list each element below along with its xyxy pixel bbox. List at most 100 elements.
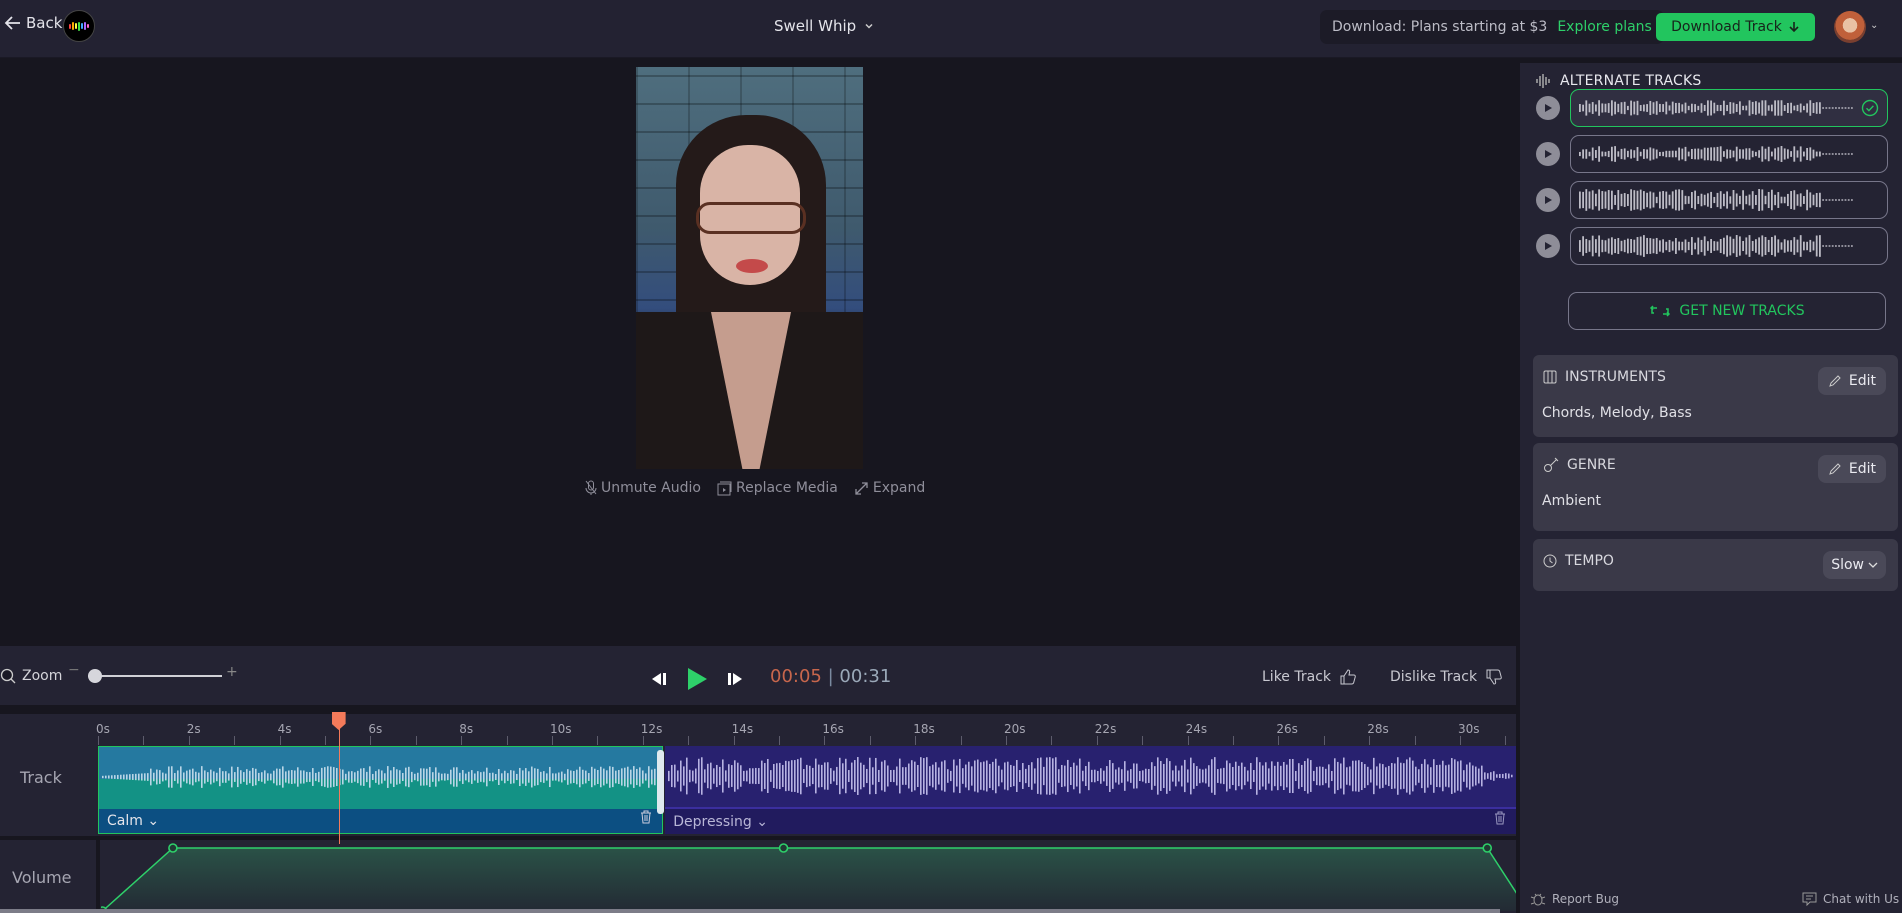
waveform-bar	[971, 766, 973, 786]
waveform-bar	[1604, 240, 1607, 252]
waveform-bar	[264, 770, 266, 784]
waveform-bar	[1691, 237, 1693, 255]
chevron-down-icon[interactable]: ⌄	[1870, 20, 1878, 31]
waveform-bar	[1851, 199, 1853, 201]
dislike-track-button[interactable]: Dislike Track	[1390, 668, 1503, 686]
play-button[interactable]	[686, 667, 708, 691]
alternate-track-waveform[interactable]	[1570, 181, 1888, 219]
alternate-track-waveform[interactable]	[1570, 227, 1888, 265]
alternate-track-row	[1536, 181, 1888, 219]
waveform-bar	[126, 774, 128, 780]
waveform-bar	[426, 768, 428, 786]
report-bug-link[interactable]: Report Bug	[1530, 892, 1619, 906]
delete-segment-button[interactable]	[1494, 810, 1506, 829]
tick-label: 18s	[913, 722, 935, 736]
volume-point[interactable]	[1482, 843, 1493, 853]
waveform-bar	[698, 758, 700, 794]
segment-mood-dropdown[interactable]: Depressing ⌄	[673, 814, 768, 830]
alternate-play-button[interactable]	[1536, 96, 1560, 120]
tempo-select[interactable]: Slow	[1823, 551, 1886, 579]
zoom-slider-track[interactable]	[88, 675, 222, 677]
get-new-tracks-button[interactable]: GET NEW TRACKS	[1568, 292, 1886, 330]
waveform-bar	[336, 768, 338, 786]
user-avatar[interactable]	[1834, 11, 1866, 43]
unmute-audio-button[interactable]: Unmute Audio	[585, 480, 701, 496]
waveform-bar	[570, 770, 572, 784]
download-track-button[interactable]: Download Track	[1656, 13, 1815, 41]
volume-envelope[interactable]	[101, 840, 1516, 913]
waveform-bar	[1448, 764, 1450, 788]
skip-back-button[interactable]	[650, 670, 668, 688]
waveform-bar	[1652, 148, 1655, 160]
waveform-bar	[120, 774, 122, 780]
time-ruler[interactable]: 0s 2s 4s 6s 8s 10s 12s 14s 16s 18s 20s 22s 24s 26s 28s…	[0, 714, 1516, 746]
waveform-bar	[1803, 241, 1805, 251]
waveform-bar	[998, 765, 1000, 787]
project-title-dropdown[interactable]: Swell Whip	[774, 17, 874, 35]
back-button[interactable]: Back	[4, 14, 62, 32]
volume-point[interactable]	[168, 843, 178, 853]
alternate-track-waveform[interactable]	[1570, 89, 1888, 127]
waveform-bar	[1713, 241, 1716, 251]
waveform-bar	[1790, 102, 1792, 114]
waveform-bar	[1755, 239, 1757, 253]
waveform-bar	[1755, 194, 1757, 206]
waveform-bar	[1687, 241, 1690, 251]
like-track-button[interactable]: Like Track	[1262, 668, 1357, 686]
waveform-bar	[1729, 102, 1732, 114]
app-logo[interactable]	[63, 10, 95, 42]
chat-with-us-link[interactable]: Chat with Us	[1802, 892, 1899, 906]
waveform-bar	[1751, 150, 1754, 158]
waveform-bar	[1337, 761, 1339, 791]
waveform-bar	[477, 771, 479, 783]
video-preview[interactable]	[636, 67, 863, 469]
segment-depressing[interactable]: Depressing ⌄	[665, 746, 1516, 834]
waveform-bar	[1493, 771, 1495, 781]
waveform-bar	[1678, 189, 1680, 211]
waveform-bar	[1454, 759, 1456, 793]
waveform-bar	[1585, 100, 1588, 116]
waveform-bar	[686, 757, 688, 795]
waveform-bar	[1136, 763, 1138, 789]
alternate-play-button[interactable]	[1536, 142, 1560, 166]
waveform-bar	[114, 775, 116, 779]
alternate-track-waveform[interactable]	[1570, 135, 1888, 173]
timeline-scrollbar[interactable]	[0, 909, 1500, 913]
waveform-bar	[1166, 758, 1168, 794]
waveform-bar	[992, 761, 994, 791]
waveform-bar	[1742, 190, 1744, 210]
alternate-play-button[interactable]	[1536, 188, 1560, 212]
explore-plans-link[interactable]: Explore plans	[1557, 19, 1652, 35]
waveform-bar	[983, 761, 985, 791]
zoom-out-button[interactable]: −	[68, 662, 80, 678]
replace-media-button[interactable]: Replace Media	[717, 480, 838, 496]
expand-button[interactable]: Expand	[854, 480, 925, 496]
alternate-play-button[interactable]	[1536, 234, 1560, 258]
waveform-bar	[1067, 759, 1069, 793]
edit-genre-button[interactable]: Edit	[1817, 455, 1886, 483]
segment-calm[interactable]: Calm ⌄	[98, 746, 664, 834]
edit-instruments-button[interactable]: Edit	[1817, 367, 1886, 395]
waveform-bar	[1694, 190, 1696, 210]
waveform-bar	[920, 757, 922, 795]
waveform-bar	[851, 762, 853, 790]
segment-resize-handle[interactable]	[657, 750, 665, 814]
waveform-bar	[1812, 103, 1815, 113]
volume-point[interactable]	[778, 843, 789, 853]
segment-mood-dropdown[interactable]: Calm ⌄	[107, 813, 159, 829]
waveform-bar	[1732, 102, 1735, 114]
play-icon	[1545, 104, 1552, 112]
delete-segment-button[interactable]	[640, 809, 652, 828]
waveform-bar	[1719, 104, 1722, 112]
genre-header: GENRE	[1543, 457, 1616, 473]
zoom-slider-thumb[interactable]	[87, 669, 102, 683]
waveform-bar	[1307, 758, 1309, 794]
waveform-bar	[420, 768, 422, 786]
waveform-bar	[261, 772, 263, 782]
waveform-bar	[713, 768, 715, 784]
waveform-bar	[1256, 757, 1258, 795]
skip-forward-button[interactable]	[726, 670, 744, 688]
zoom-in-button[interactable]: +	[226, 664, 238, 680]
waveform-bar	[1793, 105, 1796, 111]
waveform-bar	[1331, 770, 1333, 782]
